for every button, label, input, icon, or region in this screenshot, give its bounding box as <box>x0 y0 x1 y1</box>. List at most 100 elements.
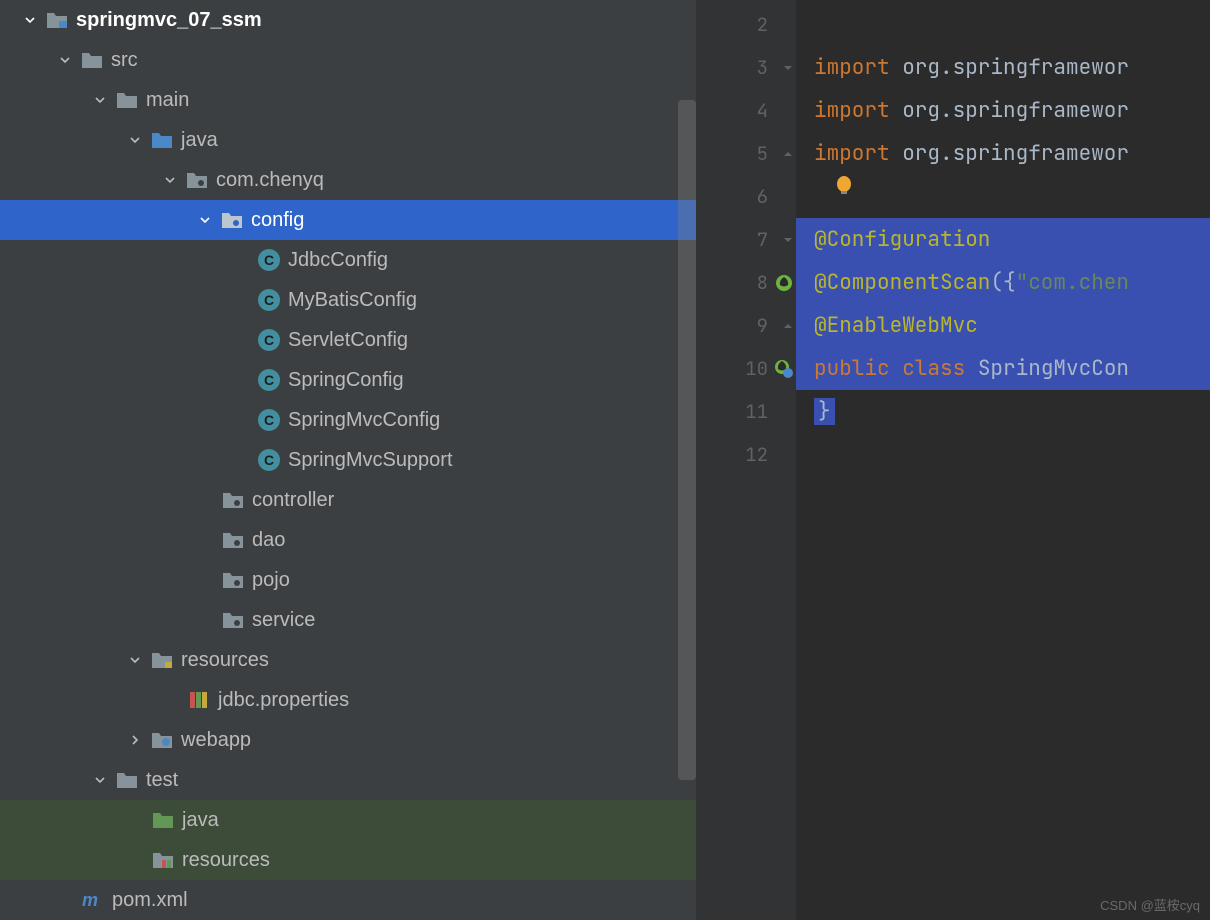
tree-label: java <box>182 809 219 832</box>
svg-text:m: m <box>82 890 98 910</box>
line-number: 12 <box>745 442 768 467</box>
line-number: 9 <box>757 313 768 338</box>
tree-label: config <box>251 209 304 232</box>
code-text: org.springframewor <box>890 54 1129 81</box>
package-icon <box>222 569 244 591</box>
tree-label: SpringMvcConfig <box>288 409 440 432</box>
gutter-line: 6 <box>696 175 796 218</box>
project-tree[interactable]: springmvc_07_ssm src main java <box>0 0 696 920</box>
code-line: import org.springframewor <box>796 132 1210 175</box>
chevron-down-icon[interactable] <box>20 15 40 25</box>
test-source-folder-icon <box>152 809 174 831</box>
chevron-right-icon[interactable] <box>125 735 145 745</box>
tree-label: pojo <box>252 569 290 592</box>
code-line: import org.springframewor <box>796 89 1210 132</box>
tree-item-resources[interactable]: resources <box>0 640 696 680</box>
watermark: CSDN @蓝桉cyq <box>1100 895 1200 914</box>
code-text: org.springframewor <box>890 140 1129 167</box>
tree-item-servletconfig[interactable]: C ServletConfig <box>0 320 696 360</box>
source-folder-icon <box>151 129 173 151</box>
tree-item-springmvcsupport[interactable]: C SpringMvcSupport <box>0 440 696 480</box>
fold-marker-icon[interactable] <box>782 320 794 332</box>
tree-item-mybatisconfig[interactable]: C MyBatisConfig <box>0 280 696 320</box>
chevron-down-icon[interactable] <box>195 215 215 225</box>
package-icon <box>186 169 208 191</box>
tree-label: resources <box>182 849 270 872</box>
scrollbar[interactable] <box>678 100 696 780</box>
tree-label: jdbc.properties <box>218 689 349 712</box>
fold-marker-icon[interactable] <box>782 148 794 160</box>
line-number: 2 <box>757 12 768 37</box>
tree-label: main <box>146 89 189 112</box>
spring-bean-icon[interactable] <box>774 273 794 293</box>
tree-label: JdbcConfig <box>288 249 388 272</box>
line-number: 6 <box>757 184 768 209</box>
fold-marker-icon[interactable] <box>782 62 794 74</box>
chevron-down-icon[interactable] <box>55 55 75 65</box>
tree-label: service <box>252 609 315 632</box>
tree-item-service[interactable]: service <box>0 600 696 640</box>
tree-item-pojo[interactable]: pojo <box>0 560 696 600</box>
chevron-down-icon[interactable] <box>125 135 145 145</box>
tree-item-config[interactable]: config <box>0 200 696 240</box>
code-editor[interactable]: 2 3 4 5 6 7 8 9 10 11 12 import org.spri… <box>696 0 1210 920</box>
chevron-down-icon[interactable] <box>160 175 180 185</box>
gutter-line: 7 <box>696 218 796 261</box>
tree-item-pom[interactable]: m pom.xml <box>0 880 696 920</box>
keyword: public <box>814 355 890 382</box>
code-text: ({ <box>990 269 1015 296</box>
tree-item-springmvcconfig[interactable]: C SpringMvcConfig <box>0 400 696 440</box>
tree-item-dao[interactable]: dao <box>0 520 696 560</box>
tree-item-springconfig[interactable]: C SpringConfig <box>0 360 696 400</box>
tree-item-test-resources[interactable]: resources <box>0 840 696 880</box>
editor-gutter: 2 3 4 5 6 7 8 9 10 11 12 <box>696 0 796 920</box>
tree-item-test-java[interactable]: java <box>0 800 696 840</box>
line-number: 3 <box>757 55 768 80</box>
maven-icon: m <box>82 889 104 911</box>
class-icon: C <box>258 249 280 271</box>
tree-item-webapp[interactable]: webapp <box>0 720 696 760</box>
code-text: SpringMvcCon <box>965 355 1129 382</box>
keyword: import <box>814 140 890 167</box>
tree-item-main[interactable]: main <box>0 80 696 120</box>
gutter-line: 11 <box>696 390 796 433</box>
webapp-folder-icon <box>151 729 173 751</box>
folder-icon <box>116 769 138 791</box>
tree-item-src[interactable]: src <box>0 40 696 80</box>
gutter-line: 2 <box>696 3 796 46</box>
line-number: 10 <box>745 356 768 381</box>
keyword: class <box>890 355 966 382</box>
tree-item-jdbcconfig[interactable]: C JdbcConfig <box>0 240 696 280</box>
tree-item-root[interactable]: springmvc_07_ssm <box>0 0 696 40</box>
code-line: } <box>796 390 1210 433</box>
tree-label: SpringConfig <box>288 369 404 392</box>
code-area[interactable]: import org.springframewor import org.spr… <box>796 0 1210 920</box>
tree-item-java[interactable]: java <box>0 120 696 160</box>
fold-marker-icon[interactable] <box>782 234 794 246</box>
chevron-down-icon[interactable] <box>90 95 110 105</box>
tree-label: dao <box>252 529 285 552</box>
spring-bean-nav-icon[interactable] <box>774 359 794 379</box>
tree-item-jdbcprops[interactable]: jdbc.properties <box>0 680 696 720</box>
tree-label: pom.xml <box>112 889 188 912</box>
line-number: 5 <box>757 141 768 166</box>
tree-label: webapp <box>181 729 251 752</box>
module-folder-icon <box>46 9 68 31</box>
properties-file-icon <box>188 689 210 711</box>
tree-item-controller[interactable]: controller <box>0 480 696 520</box>
folder-icon <box>116 89 138 111</box>
intention-bulb-icon[interactable] <box>834 175 854 197</box>
tree-label: src <box>111 49 138 72</box>
line-number: 11 <box>745 399 768 424</box>
tree-item-test[interactable]: test <box>0 760 696 800</box>
code-text: } <box>814 398 835 425</box>
line-number: 4 <box>757 98 768 123</box>
class-icon: C <box>258 409 280 431</box>
class-icon: C <box>258 449 280 471</box>
tree-item-package[interactable]: com.chenyq <box>0 160 696 200</box>
package-icon <box>221 209 243 231</box>
test-resources-folder-icon <box>152 849 174 871</box>
chevron-down-icon[interactable] <box>90 775 110 785</box>
chevron-down-icon[interactable] <box>125 655 145 665</box>
folder-icon <box>81 49 103 71</box>
